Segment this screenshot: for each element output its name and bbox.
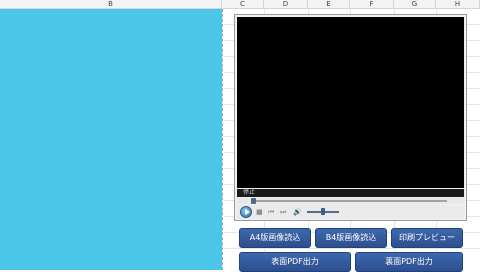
player-status: 停止: [237, 189, 464, 197]
stop-icon[interactable]: ■: [256, 208, 263, 216]
column-header-c[interactable]: C: [222, 0, 264, 8]
page-break-line: [222, 9, 223, 270]
column-header-h[interactable]: H: [436, 0, 480, 8]
print-preview-button[interactable]: 印刷プレビュー: [391, 228, 463, 248]
column-header-e[interactable]: E: [308, 0, 350, 8]
video-display[interactable]: [237, 17, 464, 188]
column-header-g[interactable]: G: [394, 0, 436, 8]
volume-handle[interactable]: [321, 208, 325, 215]
seek-handle[interactable]: [251, 198, 256, 204]
load-a4-image-button[interactable]: A4版画像読込: [239, 228, 311, 248]
previous-icon[interactable]: ⏮: [268, 208, 274, 216]
column-header-d[interactable]: D: [264, 0, 308, 8]
column-b-fill[interactable]: [0, 9, 222, 270]
media-player: 停止 ■ ⏮ ⏭ 🔊: [234, 14, 467, 221]
front-pdf-export-button[interactable]: 表面PDF出力: [239, 252, 351, 272]
column-header-b[interactable]: B: [0, 0, 222, 8]
gridline: [224, 248, 480, 249]
player-controls: ■ ⏮ ⏭ 🔊: [237, 205, 464, 219]
load-b4-image-button[interactable]: B4版画像読込: [315, 228, 387, 248]
back-pdf-export-button[interactable]: 裏面PDF出力: [355, 252, 463, 272]
next-icon[interactable]: ⏭: [280, 208, 286, 216]
column-header-f[interactable]: F: [350, 0, 394, 8]
volume-icon[interactable]: 🔊: [293, 208, 302, 216]
seek-track[interactable]: [251, 200, 447, 202]
column-header-bar: B C D E F G H: [0, 0, 480, 9]
seek-bar[interactable]: [237, 198, 464, 204]
play-icon[interactable]: [240, 206, 252, 218]
